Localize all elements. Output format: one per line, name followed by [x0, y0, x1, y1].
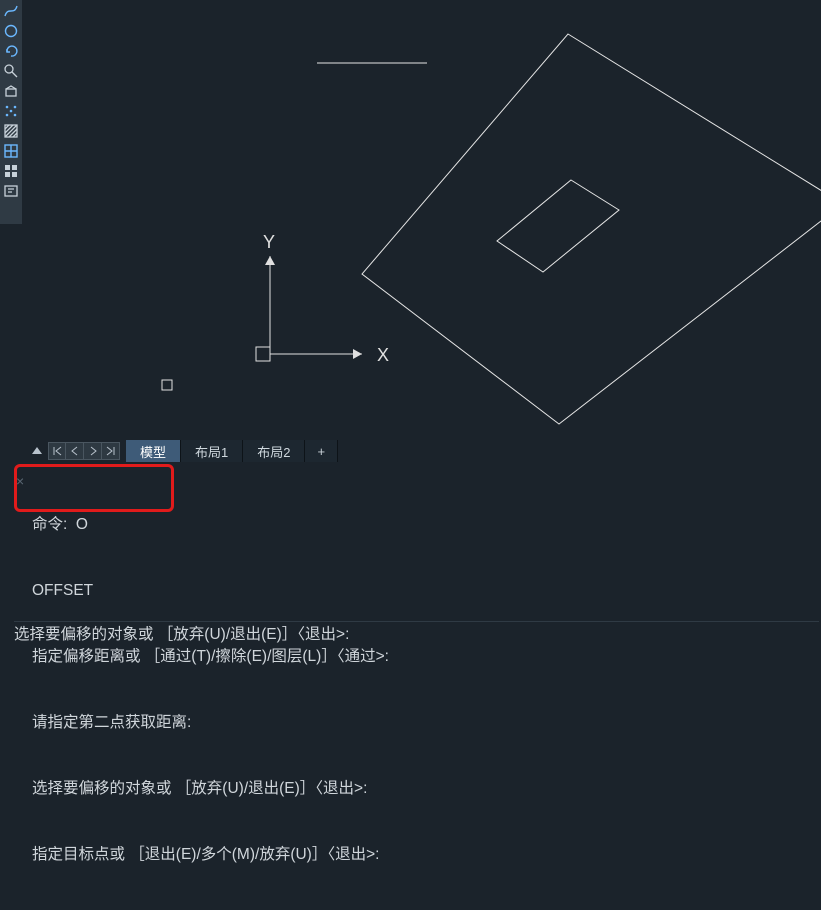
command-history-panel: × 命令: O OFFSET 指定偏移距离或 ［通过(T)/擦除(E)/图层(L…	[14, 464, 819, 624]
axis-y-label: Y	[263, 232, 275, 252]
circle-icon[interactable]	[2, 22, 20, 40]
left-toolbar	[0, 0, 22, 224]
tab-last-button[interactable]	[102, 442, 120, 460]
ucs-icon: X Y	[256, 232, 389, 365]
history-line: 命令: O	[32, 514, 819, 536]
square-grid-icon[interactable]	[2, 162, 20, 180]
points-icon[interactable]	[2, 102, 20, 120]
tab-scroll-up-icon[interactable]	[28, 444, 46, 458]
redo-icon[interactable]	[2, 42, 20, 60]
history-line: 选择要偏移的对象或 ［放弃(U)/退出(E)］〈退出>:	[32, 778, 819, 800]
axis-x-label: X	[377, 345, 389, 365]
grid-icon[interactable]	[2, 142, 20, 160]
magnify-icon[interactable]	[2, 62, 20, 80]
tab-layout2[interactable]: 布局2	[243, 440, 305, 462]
command-line[interactable]: 选择要偏移的对象或 ［放弃(U)/退出(E)］〈退出>:	[14, 621, 819, 646]
tab-prev-button[interactable]	[66, 442, 84, 460]
history-line: 请指定第二点获取距离:	[32, 712, 819, 734]
tab-layout1[interactable]: 布局1	[181, 440, 243, 462]
tab-first-button[interactable]	[48, 442, 66, 460]
text-box-icon[interactable]	[2, 182, 20, 200]
close-icon[interactable]: ×	[16, 470, 24, 492]
layout-tab-bar: 模型 布局1 布局2 +	[28, 440, 818, 462]
command-prompt: 选择要偏移的对象或 ［放弃(U)/退出(E)］〈退出>:	[14, 624, 349, 646]
history-line: 指定目标点或 ［退出(E)/多个(M)/放弃(U)］〈退出>:	[32, 844, 819, 866]
tab-add-button[interactable]: +	[305, 440, 338, 462]
hatch-icon[interactable]	[2, 122, 20, 140]
drawing-canvas[interactable]: X Y	[22, 0, 821, 440]
history-line: OFFSET	[32, 580, 819, 602]
tab-model[interactable]: 模型	[126, 440, 181, 462]
history-line: 指定偏移距离或 ［通过(T)/擦除(E)/图层(L)］〈通过>:	[32, 646, 819, 668]
command-input[interactable]	[349, 624, 819, 646]
select-icon[interactable]	[2, 82, 20, 100]
spline-icon[interactable]	[2, 2, 20, 20]
tab-next-button[interactable]	[84, 442, 102, 460]
